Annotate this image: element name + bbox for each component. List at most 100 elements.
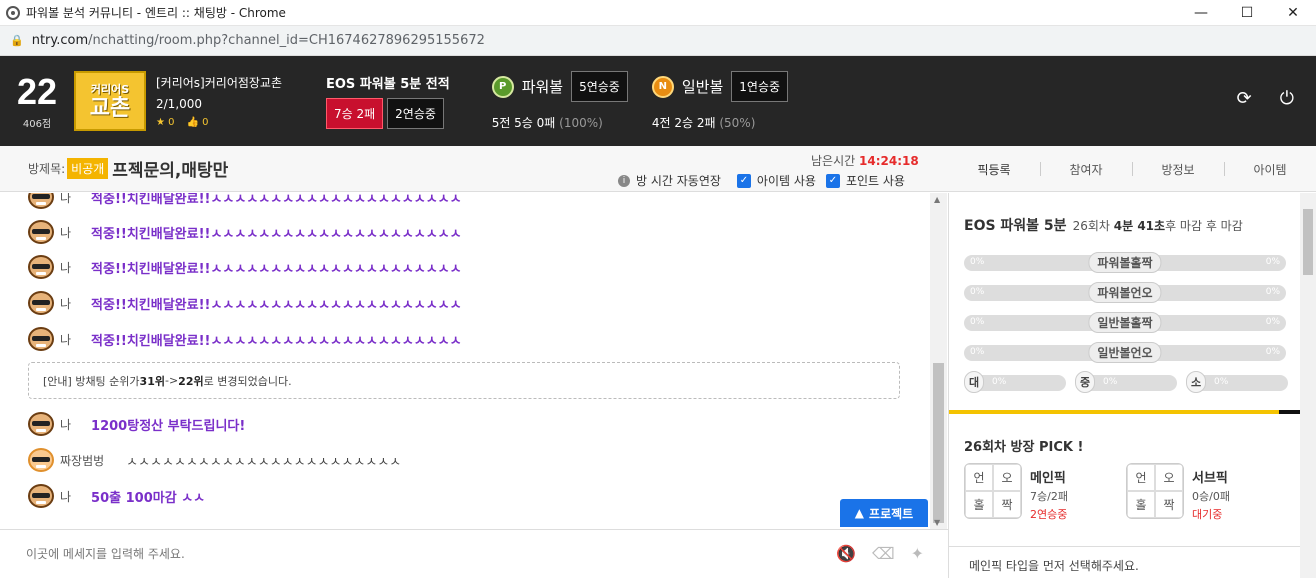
room-info: [커리어s]커리어점장교촌 2/1,000 ★ 0 👍 0 [156,74,316,128]
room-header: 22 406점 커리어S 교촌 [커리어s]커리어점장교촌 2/1,000 ★ … [0,56,1316,146]
normalball-rate: (50%) [719,116,756,130]
chat-nick[interactable]: 나 [60,331,71,348]
panel-tabs: 픽등록 참여자 방정보 아이템 [948,146,1316,192]
room-count: 2/1,000 [156,97,203,111]
chat-nick[interactable]: 나 [60,259,71,276]
avatar[interactable] [28,412,54,436]
like-count: 👍 0 [186,117,209,128]
chat-input[interactable] [26,547,786,561]
chat-text: 적중!!치킨배달완료!!ㅅㅅㅅㅅㅅㅅㅅㅅㅅㅅㅅㅅㅅㅅㅅㅅㅅㅅㅅㅅㅅ [91,261,462,277]
chat-text: 50출 100마감 ㅅㅅ [91,490,206,506]
avatar[interactable] [28,291,54,315]
chat-scroll-thumb[interactable] [933,363,944,523]
avatar[interactable] [28,193,54,209]
size-bar-large[interactable]: 대 0% [964,371,1066,393]
chrome-icon [6,5,20,20]
main-pick-selector[interactable]: 언오 홀짝 [964,463,1022,519]
item-use-checkbox[interactable]: ✓ [736,173,751,188]
tab-participants[interactable]: 참여자 [1040,146,1132,192]
chat-message: 나 적중!!치킨배달완료!!ㅅㅅㅅㅅㅅㅅㅅㅅㅅㅅㅅㅅㅅㅅㅅㅅㅅㅅㅅㅅㅅ [28,291,462,315]
bet-ratio-bar[interactable]: 0% 일반볼홀짝 0% [964,312,1286,333]
host-pick-title: 26회차 방장 PICK ! [964,440,1084,455]
normalball-summary: 4전 2승 2패 [651,116,716,130]
star-icon: ★ [156,117,165,128]
room-title-bar: 방제목: 비공개 프젝문의,매탕만 남은시간 14:24:18 i 방 시간 자… [0,146,1316,192]
powerball-rate: (100%) [559,116,603,130]
chat-text: 적중!!치킨배달완료!!ㅅㅅㅅㅅㅅㅅㅅㅅㅅㅅㅅㅅㅅㅅㅅㅅㅅㅅㅅㅅㅅ [91,226,462,242]
avatar[interactable] [28,327,54,351]
room-rank: 22 406점 [0,72,74,130]
scroll-up-icon[interactable]: ▲ [934,195,940,204]
remaining-time: 남은시간 14:24:18 [811,154,919,168]
tab-pick-register[interactable]: 픽등록 [948,146,1040,192]
room-name: [커리어s]커리어점장교촌 [156,76,283,90]
pick-panel: EOS 파워볼 5분 26회차 4분 41초후 마감 후 마감 0% 파워볼홀짝 0%… [948,193,1301,578]
powerball-summary: 5전 5승 0패 [491,116,556,130]
chat-input-bar: 🔇 ⌫ ✦ [0,529,948,578]
scroll-down-icon[interactable]: ▼ [934,518,940,527]
rank-change-notice: [안내] 방채팅 순위가 31위 -> 22위 로 변경되었습니다. [28,362,900,399]
url-text[interactable]: ntry.com/nchatting/room.php?channel_id=C… [32,33,485,48]
size-bar-medium[interactable]: 중 0% [1075,371,1177,393]
magic-wand-icon[interactable]: ✦ [911,544,924,563]
round-header: EOS 파워볼 5분 26회차 4분 41초후 마감 후 마감 [964,218,1243,234]
chat-nick[interactable]: 나 [60,224,71,241]
chat-log[interactable]: 나 적중!!치킨배달완료!!ㅅㅅㅅㅅㅅㅅㅅㅅㅅㅅㅅㅅㅅㅅㅅㅅㅅㅅㅅㅅㅅ 나 적중… [0,193,930,529]
eraser-icon[interactable]: ⌫ [872,544,895,563]
powerball-label: 파워볼 [521,78,564,96]
chat-message: 나 50출 100마감 ㅅㅅ [28,484,205,508]
chat-message: 나 적중!!치킨배달완료!!ㅅㅅㅅㅅㅅㅅㅅㅅㅅㅅㅅㅅㅅㅅㅅㅅㅅㅅㅅㅅㅅ [28,327,462,351]
chat-text: 1200탕정산 부탁드립니다! [91,418,246,434]
eos-record-badge: 7승 2패 [326,98,384,129]
tab-items[interactable]: 아이템 [1224,146,1316,192]
window-titlebar: 파워볼 분석 커뮤니티 - 엔트리 :: 채팅방 - Chrome — ☐ ✕ [0,0,1316,26]
pick-footer-hint: 메인픽 타입을 먼저 선택해주세요. [949,546,1301,578]
chat-text: 적중!!치킨배달완료!!ㅅㅅㅅㅅㅅㅅㅅㅅㅅㅅㅅㅅㅅㅅㅅㅅㅅㅅㅅㅅㅅ [91,297,462,313]
close-button[interactable]: ✕ [1270,0,1316,26]
chat-nick[interactable]: 나 [60,488,71,505]
maximize-button[interactable]: ☐ [1224,0,1270,26]
address-bar[interactable]: 🔒 ntry.com/nchatting/room.php?channel_id… [0,26,1316,56]
avatar[interactable] [28,255,54,279]
point-use-checkbox[interactable]: ✓ [825,173,840,188]
chat-message: 나 적중!!치킨배달완료!!ㅅㅅㅅㅅㅅㅅㅅㅅㅅㅅㅅㅅㅅㅅㅅㅅㅅㅅㅅㅅㅅ [28,220,462,244]
chat-message: 짜장범벙 ㅅㅅㅅㅅㅅㅅㅅㅅㅅㅅㅅㅅㅅㅅㅅㅅㅅㅅㅅㅅㅅㅅㅅ [28,448,401,472]
chat-text: 적중!!치킨배달완료!!ㅅㅅㅅㅅㅅㅅㅅㅅㅅㅅㅅㅅㅅㅅㅅㅅㅅㅅㅅㅅㅅ [91,333,462,349]
panel-scroll-thumb[interactable] [1303,209,1313,275]
powerball-coin-icon: P [491,75,514,98]
tab-room-info[interactable]: 방정보 [1132,146,1224,192]
auto-extend-label: 방 시간 자동연장 [636,174,721,188]
refresh-icon[interactable]: ⟳ [1237,88,1252,109]
mute-icon[interactable]: 🔇 [836,544,856,563]
chat-message: 나 적중!!치킨배달완료!!ㅅㅅㅅㅅㅅㅅㅅㅅㅅㅅㅅㅅㅅㅅㅅㅅㅅㅅㅅㅅㅅ [28,255,462,279]
chat-nick[interactable]: 나 [60,193,71,206]
eos-record: EOS 파워볼 5분 전적 7승 2패 2연승중 [326,73,450,129]
point-use-label: 포인트 사용 [845,174,905,188]
privacy-badge: 비공개 [67,158,109,179]
caret-up-icon: ▲ [854,506,865,520]
chat-nick[interactable]: 짜장범벙 [60,452,104,469]
star-count: ★ 0 [156,117,175,128]
project-button[interactable]: ▲ 프로젝트 [840,499,928,527]
avatar[interactable] [28,220,54,244]
chat-nick[interactable]: 나 [60,416,71,433]
timer-progress-bar [949,410,1279,414]
normalball-stats: N 일반볼 1연승중 4전 2승 2패 (50%) [651,71,789,131]
new-user-avatar[interactable] [28,448,54,472]
bet-ratio-bar[interactable]: 0% 파워볼홀짝 0% [964,252,1286,273]
avatar[interactable] [28,484,54,508]
sub-pick-selector[interactable]: 언오 홀짝 [1126,463,1184,519]
lock-icon: 🔒 [10,34,24,47]
thumbs-up-icon: 👍 [186,117,199,128]
bet-ratio-bar[interactable]: 0% 일반볼언오 0% [964,342,1286,363]
bet-ratio-bar[interactable]: 0% 파워볼언오 0% [964,282,1286,303]
power-icon[interactable]: ⏻ [1280,88,1294,109]
minimize-button[interactable]: — [1178,0,1224,26]
panel-scrollbar[interactable] [1300,193,1316,578]
size-bar-small[interactable]: 소 0% [1186,371,1288,393]
normalball-coin-icon: N [651,75,674,98]
room-logo: 커리어S 교촌 [74,71,146,131]
eos-title: EOS 파워볼 5분 전적 [326,77,450,92]
chat-nick[interactable]: 나 [60,295,71,312]
chat-scrollbar[interactable]: ▲ ▼ [930,193,947,529]
